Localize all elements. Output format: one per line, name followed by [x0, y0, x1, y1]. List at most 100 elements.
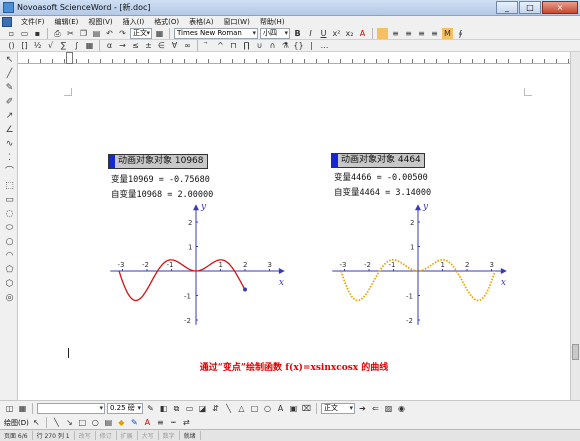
- integral-icon[interactable]: ∫: [71, 40, 82, 51]
- logic-icon[interactable]: ∀: [169, 40, 180, 51]
- align-center-icon[interactable]: ≡: [403, 28, 414, 39]
- menu-format[interactable]: 格式(O): [149, 17, 184, 27]
- fill-icon[interactable]: ◧: [158, 403, 169, 414]
- hexagon-tool-icon[interactable]: ⬡: [4, 279, 15, 290]
- line-draw-icon[interactable]: ╲: [51, 417, 62, 428]
- size-dropdown[interactable]: 小四: [260, 28, 290, 39]
- ellipse-tool-icon[interactable]: ⬭: [4, 223, 15, 234]
- draw-menu[interactable]: 绘图(D): [4, 418, 29, 428]
- line-tool-icon[interactable]: ╱: [4, 69, 15, 80]
- pen-color-icon[interactable]: ✎: [145, 403, 156, 414]
- paragraph-style-dropdown[interactable]: 正文: [321, 403, 355, 414]
- menu-edit[interactable]: 编辑(E): [50, 17, 84, 27]
- math-mode-icon[interactable]: M: [442, 28, 453, 39]
- scrollbar-thumb[interactable]: [572, 344, 579, 360]
- operator-icon[interactable]: ±: [143, 40, 154, 51]
- subscript-icon[interactable]: x₂: [344, 28, 355, 39]
- vertical-scrollbar[interactable]: [570, 52, 580, 400]
- rect-style-icon[interactable]: ▭: [184, 403, 195, 414]
- text-box-icon[interactable]: A: [275, 403, 286, 414]
- document-icon[interactable]: [2, 17, 12, 27]
- triangle-icon[interactable]: △: [236, 403, 247, 414]
- arrow-icon[interactable]: →: [117, 40, 128, 51]
- eq-icon[interactable]: ∮: [455, 28, 466, 39]
- font-color-icon[interactable]: A: [357, 28, 368, 39]
- menu-help[interactable]: 帮助(H): [255, 17, 290, 27]
- minimize-button[interactable]: _: [496, 1, 518, 14]
- intersection-icon[interactable]: ∩: [267, 40, 278, 51]
- angle-tool-icon[interactable]: ∠: [4, 125, 15, 136]
- fraction-icon[interactable]: ½: [32, 40, 43, 51]
- point-tool-icon[interactable]: ⁚: [4, 153, 15, 164]
- new-icon[interactable]: ▫: [6, 28, 17, 39]
- align-left-icon[interactable]: ≡: [390, 28, 401, 39]
- arc-tool-icon[interactable]: ◠: [4, 251, 15, 262]
- union-icon[interactable]: ∪: [254, 40, 265, 51]
- select-arrow-icon[interactable]: ↖: [4, 55, 15, 66]
- image-icon[interactable]: ▣: [288, 403, 299, 414]
- redo-icon[interactable]: ↷: [117, 28, 128, 39]
- rect-draw-icon[interactable]: □: [77, 417, 88, 428]
- snap-icon[interactable]: ◫: [4, 403, 15, 414]
- group-icon[interactable]: ⧉: [171, 403, 182, 414]
- paren-icon[interactable]: (): [6, 40, 17, 51]
- order-icon[interactable]: ⇵: [210, 403, 221, 414]
- oval-draw-icon[interactable]: ○: [90, 417, 101, 428]
- dashed-circle-icon[interactable]: ◌: [4, 209, 15, 220]
- ruler-icon[interactable]: ⌧: [301, 403, 312, 414]
- dashed-rect-icon[interactable]: ⬚: [4, 181, 15, 192]
- print-icon[interactable]: ⎙: [52, 28, 63, 39]
- vector-icon[interactable]: ⃗: [202, 40, 213, 51]
- rect-icon[interactable]: □: [249, 403, 260, 414]
- polyline-tool-icon[interactable]: ⌒: [4, 167, 15, 178]
- line-width-dropdown[interactable]: 0.25 磅: [107, 403, 143, 414]
- rectangle-tool-icon[interactable]: ▭: [4, 195, 15, 206]
- circle-tool-icon[interactable]: ○: [4, 237, 15, 248]
- bold-button[interactable]: B: [292, 28, 303, 39]
- justify-icon[interactable]: ≡: [429, 28, 440, 39]
- document-page[interactable]: 动画对象对象 10968 变量10969 = -0.75680 自变量10968…: [18, 64, 570, 400]
- open-icon[interactable]: ▭: [19, 28, 30, 39]
- grid-icon[interactable]: ▦: [17, 403, 28, 414]
- menu-view[interactable]: 视图(V): [83, 17, 117, 27]
- arrow-left-icon[interactable]: ⇐: [370, 403, 381, 414]
- indent-marker[interactable]: [66, 52, 73, 64]
- close-button[interactable]: ×: [542, 1, 578, 14]
- fill-color-icon[interactable]: ◆: [116, 417, 127, 428]
- ring-tool-icon[interactable]: ◎: [4, 293, 15, 304]
- line-style-dropdown[interactable]: [37, 403, 105, 414]
- copy-icon[interactable]: ❐: [78, 28, 89, 39]
- dash-style-icon[interactable]: ┅: [168, 417, 179, 428]
- pointer-icon[interactable]: ↖: [31, 417, 42, 428]
- bracket-icon[interactable]: []: [19, 40, 30, 51]
- sqrt-icon[interactable]: √: [45, 40, 56, 51]
- shadow-icon[interactable]: ◪: [197, 403, 208, 414]
- menu-window[interactable]: 窗口(W): [218, 17, 254, 27]
- sum-icon[interactable]: ∑: [58, 40, 69, 51]
- pen-tool-icon[interactable]: ✎: [4, 83, 15, 94]
- misc-icon[interactable]: ∞: [182, 40, 193, 51]
- cut-icon[interactable]: ✂: [65, 28, 76, 39]
- matrix-icon[interactable]: ▦: [84, 40, 95, 51]
- save-icon[interactable]: ▪: [32, 28, 43, 39]
- menu-file[interactable]: 文件(F): [16, 17, 50, 27]
- set-icon[interactable]: ∈: [156, 40, 167, 51]
- superscript-icon[interactable]: x²: [331, 28, 342, 39]
- color-picker-icon[interactable]: ◉: [396, 403, 407, 414]
- limit-icon[interactable]: ⊓: [228, 40, 239, 51]
- italic-button[interactable]: I: [305, 28, 316, 39]
- line-color-icon[interactable]: ✎: [129, 417, 140, 428]
- function-graphs[interactable]: x y -3 -2 -1 1 2 3 -2 -1 1 2 x y -3 -2 -1 1 2 3 -2 -1 1 2: [18, 64, 570, 400]
- maximize-button[interactable]: □: [519, 1, 541, 14]
- line-style-icon[interactable]: ≡: [155, 417, 166, 428]
- ellipse-icon[interactable]: ○: [262, 403, 273, 414]
- font-dropdown[interactable]: Times New Roman: [174, 28, 258, 39]
- arrow-draw-icon[interactable]: ↘: [64, 417, 75, 428]
- font-color-draw-icon[interactable]: A: [142, 417, 153, 428]
- textbox-draw-icon[interactable]: ▤: [103, 417, 114, 428]
- paste-icon[interactable]: ▤: [91, 28, 102, 39]
- table-icon[interactable]: ▦: [154, 28, 165, 39]
- bracket-large-icon[interactable]: {}: [293, 40, 304, 51]
- relation-icon[interactable]: ≤: [130, 40, 141, 51]
- arrow-line-icon[interactable]: ↗: [4, 111, 15, 122]
